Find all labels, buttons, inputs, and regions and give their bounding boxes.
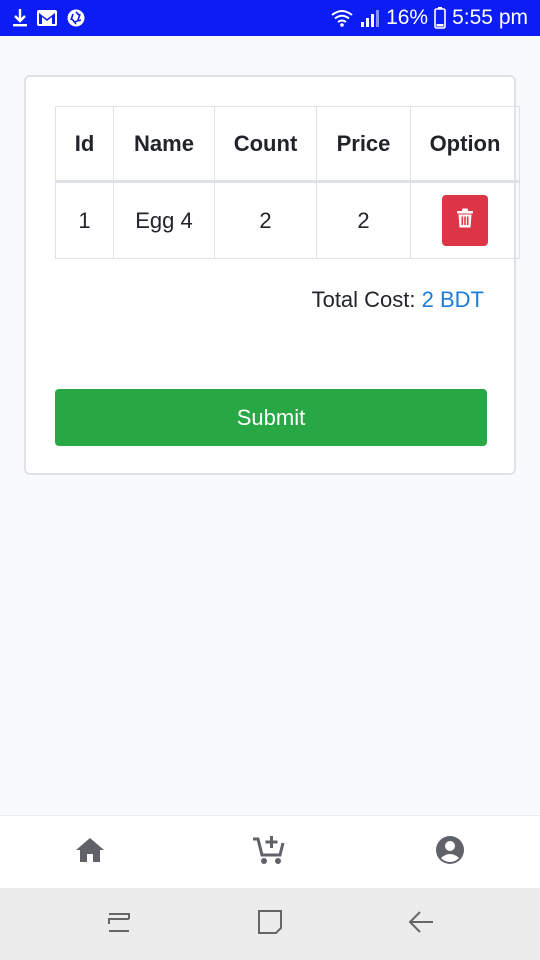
cell-name: Egg 4 [113, 181, 215, 259]
status-right-icons: 16% 5:55 pm [330, 0, 528, 36]
cart-card: Id Name Count Price Option 1 Egg 4 2 2 T… [24, 75, 520, 475]
total-cost: Total Cost: 2 BDT [312, 287, 484, 313]
status-bar: 16% 5:55 pm [0, 0, 540, 36]
recent-apps-icon [105, 908, 133, 941]
clock: 5:55 pm [452, 6, 528, 29]
column-header-id: Id [55, 106, 114, 183]
back-icon [407, 908, 435, 941]
system-home-button[interactable] [230, 888, 310, 960]
table-row: 1 Egg 4 2 2 [55, 181, 520, 259]
status-left-icons [12, 0, 86, 36]
cell-price: 2 [316, 181, 411, 259]
submit-button[interactable]: Submit [55, 389, 487, 446]
column-header-count: Count [214, 106, 317, 183]
total-cost-value: 2 BDT [421, 287, 484, 312]
cart-table: Id Name Count Price Option 1 Egg 4 2 2 [55, 106, 520, 259]
home-square-icon [256, 908, 284, 941]
home-icon [75, 836, 105, 869]
bottom-navigation [0, 815, 540, 889]
camera-shutter-icon [66, 8, 86, 28]
signal-icon [360, 8, 380, 28]
recent-apps-button[interactable] [79, 888, 159, 960]
download-icon [12, 8, 28, 28]
nav-home-button[interactable] [50, 816, 130, 889]
wifi-icon [330, 8, 354, 28]
column-header-name: Name [113, 106, 215, 183]
trash-icon [456, 208, 474, 234]
gmail-icon [36, 9, 58, 27]
column-header-option: Option [410, 106, 520, 183]
nav-account-button[interactable] [410, 816, 490, 889]
nav-cart-button[interactable] [229, 816, 309, 889]
account-icon [435, 835, 465, 870]
battery-percent: 16% [386, 6, 429, 29]
cell-id: 1 [55, 181, 114, 259]
cell-count: 2 [214, 181, 317, 259]
table-header-row: Id Name Count Price Option [55, 106, 520, 183]
battery-icon [434, 7, 446, 29]
system-back-button[interactable] [381, 888, 461, 960]
column-header-price: Price [316, 106, 411, 183]
total-cost-label: Total Cost: [311, 287, 416, 312]
delete-item-button[interactable] [442, 195, 488, 246]
system-navigation [0, 888, 540, 960]
add-to-cart-icon [252, 834, 286, 871]
cell-option [410, 181, 520, 259]
